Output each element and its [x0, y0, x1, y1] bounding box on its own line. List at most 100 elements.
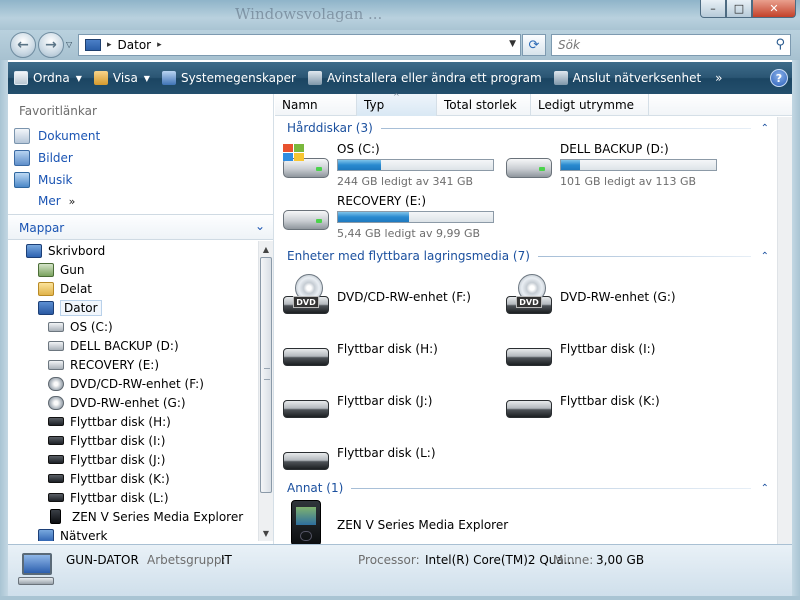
recent-pages-dropdown[interactable]: ▽ [66, 40, 72, 49]
media-player-icon [291, 500, 321, 546]
media-player-icon [50, 509, 61, 524]
refresh-icon: ⟳ [528, 37, 540, 53]
drive-tile-dvd-cd-rw-f[interactable]: DVD DVD/CD-RW-enhet (F:) [275, 274, 490, 326]
drive-tile-removable-j[interactable]: Flyttbar disk (J:) [275, 382, 490, 430]
toolbar-overflow-button[interactable]: » [707, 62, 730, 94]
content-scrollbar[interactable] [777, 117, 792, 544]
hard-drive-icon [283, 210, 329, 230]
tree-item-removable-k[interactable]: Flyttbar disk (K:) [48, 469, 170, 488]
title-bar[interactable]: Windowsvolagan ... – □ ✕ [0, 0, 800, 30]
drive-tile-removable-k[interactable]: Flyttbar disk (K:) [498, 382, 713, 430]
address-dropdown-icon[interactable]: ▼ [509, 39, 516, 49]
search-icon[interactable]: ⚲ [775, 37, 785, 52]
column-label: Namn [282, 98, 318, 112]
help-button[interactable]: ? [770, 69, 788, 87]
drive-name: Flyttbar disk (K:) [560, 394, 660, 408]
drive-tile-removable-i[interactable]: Flyttbar disk (I:) [498, 330, 713, 378]
tree-item-dator[interactable]: Dator [38, 298, 102, 317]
maximize-button[interactable]: □ [726, 0, 752, 18]
column-header-name[interactable]: Namn [275, 94, 357, 116]
command-bar: Ordna ▼ Visa ▼ Systemegenskaper Avinstal… [8, 62, 792, 94]
search-box[interactable]: ⚲ [551, 34, 791, 56]
favorite-link-music[interactable]: Musik [14, 172, 73, 188]
favorite-links-more[interactable]: Mer » [38, 194, 75, 208]
tree-item-natverk[interactable]: Nätverk [38, 526, 107, 541]
favorite-link-label: Bilder [38, 151, 73, 165]
tree-item-removable-i[interactable]: Flyttbar disk (I:) [48, 431, 165, 450]
background-ghost-text: Windowsvolagan ... [235, 5, 383, 23]
collapse-icon[interactable]: ⌃ [761, 251, 769, 262]
system-properties-button[interactable]: Systemegenskaper [156, 62, 302, 94]
folders-title: Mappar [19, 221, 65, 235]
drive-free-space: 5,44 GB ledigt av 9,99 GB [337, 227, 481, 240]
forward-button[interactable]: → [38, 32, 64, 58]
column-label: Total storlek [444, 98, 517, 112]
collapse-icon[interactable]: ⌃ [761, 123, 769, 134]
column-label: Ledigt utrymme [538, 98, 635, 112]
drive-tile-removable-l[interactable]: Flyttbar disk (L:) [275, 434, 490, 482]
folders-header[interactable]: Mappar ⌄ [8, 214, 273, 240]
back-button[interactable]: ← [10, 32, 36, 58]
tree-item-removable-j[interactable]: Flyttbar disk (J:) [48, 450, 165, 469]
breadcrumb-root-arrow[interactable]: ▸ [107, 40, 112, 50]
drive-usage-bar [337, 211, 494, 223]
window-frame-bottom [0, 596, 800, 600]
column-header-free-space[interactable]: Ledigt utrymme [531, 94, 649, 116]
tree-item-os-c[interactable]: OS (C:) [48, 317, 113, 336]
tree-item-dell-backup-d[interactable]: DELL BACKUP (D:) [48, 336, 179, 355]
tree-item-label: Flyttbar disk (L:) [70, 490, 169, 505]
folder-tree-scrollbar[interactable]: ▲ ▼ [258, 241, 273, 541]
scroll-thumb[interactable] [260, 257, 272, 493]
column-header-type[interactable]: ^ Typ [357, 92, 437, 116]
documents-icon [14, 128, 30, 144]
group-header-hard-drives[interactable]: Hårddiskar (3) ⌃ [275, 120, 775, 136]
group-title: Annat (1) [287, 481, 344, 495]
removable-disk-icon [283, 452, 329, 470]
tree-item-removable-h[interactable]: Flyttbar disk (H:) [48, 412, 171, 431]
view-button[interactable]: Visa ▼ [88, 62, 156, 94]
drive-free-space: 244 GB ledigt av 341 GB [337, 175, 474, 188]
windows-logo-icon [283, 144, 305, 162]
search-input[interactable] [558, 38, 758, 52]
tree-item-recovery-e[interactable]: RECOVERY (E:) [48, 355, 159, 374]
drive-name: Flyttbar disk (H:) [337, 342, 438, 356]
group-title: Hårddiskar (3) [287, 121, 373, 135]
window-frame-left [0, 60, 8, 600]
tree-item-delat[interactable]: Delat [38, 279, 92, 298]
group-header-removable[interactable]: Enheter med flyttbara lagringsmedia (7) … [275, 248, 775, 264]
group-header-other[interactable]: Annat (1) ⌃ [275, 480, 775, 496]
map-network-drive-button[interactable]: Anslut nätverksenhet [548, 62, 708, 94]
minimize-button[interactable]: – [700, 0, 726, 18]
computer-icon [16, 551, 56, 587]
drive-tile-dvd-rw-g[interactable]: DVD DVD-RW-enhet (G:) [498, 274, 713, 326]
device-tile-zen-v[interactable]: ZEN V Series Media Explorer [275, 500, 508, 550]
organize-button[interactable]: Ordna ▼ [8, 62, 88, 94]
breadcrumb-dator[interactable]: Dator [118, 38, 152, 52]
tree-item-skrivbord[interactable]: Skrivbord [26, 241, 105, 260]
removable-disk-icon [506, 348, 552, 366]
tree-item-zen-v[interactable]: ZEN V Series Media Explorer [50, 507, 243, 526]
tree-item-removable-l[interactable]: Flyttbar disk (L:) [48, 488, 169, 507]
refresh-button[interactable]: ⟳ [522, 34, 546, 56]
tree-item-gun[interactable]: Gun [38, 260, 85, 279]
close-button[interactable]: ✕ [752, 0, 796, 18]
uninstall-program-button[interactable]: Avinstallera eller ändra ett program [302, 62, 548, 94]
drive-tile-dell-backup-d[interactable]: DELL BACKUP (D:) 101 GB ledigt av 113 GB [498, 142, 717, 190]
drive-tile-removable-h[interactable]: Flyttbar disk (H:) [275, 330, 490, 378]
group-divider [380, 127, 751, 129]
tree-item-dvd-rw-g[interactable]: DVD-RW-enhet (G:) [48, 393, 186, 412]
collapse-icon[interactable]: ⌃ [761, 483, 769, 494]
favorite-link-documents[interactable]: Dokument [14, 128, 100, 144]
favorite-link-pictures[interactable]: Bilder [14, 150, 73, 166]
drive-tile-os-c[interactable]: OS (C:) 244 GB ledigt av 341 GB [275, 142, 494, 190]
address-bar[interactable]: ▸ Dator ▸ ▼ [78, 34, 521, 56]
user-folder-icon [38, 262, 54, 277]
tree-item-label: Dator [60, 299, 102, 316]
drive-tile-recovery-e[interactable]: RECOVERY (E:) 5,44 GB ledigt av 9,99 GB [275, 194, 494, 242]
breadcrumb-arrow[interactable]: ▸ [157, 40, 162, 50]
scroll-up-icon[interactable]: ▲ [259, 241, 273, 257]
column-header-total-size[interactable]: Total storlek [437, 94, 531, 116]
desktop-icon [26, 243, 42, 258]
scroll-down-icon[interactable]: ▼ [259, 525, 273, 541]
tree-item-dvd-cd-rw-f[interactable]: DVD/CD-RW-enhet (F:) [48, 374, 204, 393]
